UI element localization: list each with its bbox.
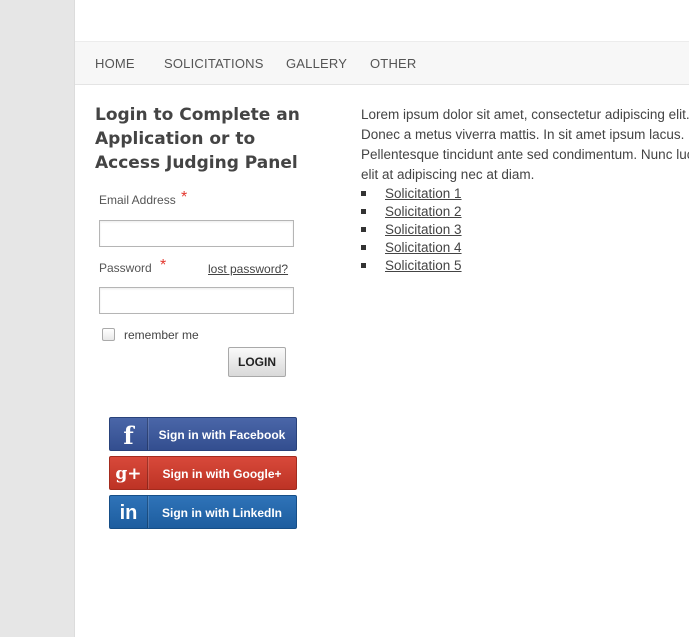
- nav-home[interactable]: HOME: [95, 56, 135, 71]
- lost-password-link[interactable]: lost password?: [208, 262, 288, 276]
- nav-other[interactable]: OTHER: [370, 56, 417, 71]
- linkedin-icon: in: [110, 496, 148, 528]
- page-container: HOME SOLICITATIONS GALLERY OTHER Login t…: [74, 0, 689, 637]
- google-plus-icon: g+: [110, 457, 148, 489]
- nav-gallery[interactable]: GALLERY: [286, 56, 347, 71]
- linkedin-signin-button[interactable]: in Sign in with LinkedIn: [109, 495, 297, 529]
- email-input[interactable]: [99, 220, 294, 247]
- linkedin-signin-label: Sign in with LinkedIn: [162, 506, 282, 520]
- google-signin-label: Sign in with Google+: [162, 467, 282, 481]
- solicitation-link-4[interactable]: Solicitation 4: [385, 240, 462, 255]
- bullet-icon: [361, 191, 366, 196]
- solicitation-list: Solicitation 1 Solicitation 2 Solicitati…: [361, 185, 462, 275]
- password-required-mark: *: [160, 257, 167, 274]
- password-label: Password: [99, 261, 152, 275]
- list-item: Solicitation 3: [361, 221, 462, 239]
- email-required-mark: *: [181, 189, 188, 206]
- facebook-signin-button[interactable]: f Sign in with Facebook: [109, 417, 297, 451]
- list-item: Solicitation 2: [361, 203, 462, 221]
- solicitation-link-2[interactable]: Solicitation 2: [385, 204, 462, 219]
- solicitation-link-5[interactable]: Solicitation 5: [385, 258, 462, 273]
- list-item: Solicitation 4: [361, 239, 462, 257]
- remember-me-checkbox[interactable]: [102, 328, 115, 341]
- bullet-icon: [361, 263, 366, 268]
- solicitation-link-1[interactable]: Solicitation 1: [385, 186, 462, 201]
- bullet-icon: [361, 227, 366, 232]
- google-signin-button[interactable]: g+ Sign in with Google+: [109, 456, 297, 490]
- nav-solicitations[interactable]: SOLICITATIONS: [164, 56, 264, 71]
- solicitation-link-3[interactable]: Solicitation 3: [385, 222, 462, 237]
- facebook-icon: f: [110, 418, 148, 450]
- remember-me-label: remember me: [124, 328, 199, 342]
- login-title: Login to Complete an Application or to A…: [95, 105, 300, 173]
- facebook-signin-label: Sign in with Facebook: [158, 428, 286, 442]
- login-button[interactable]: LOGIN: [228, 347, 286, 377]
- password-input[interactable]: [99, 287, 294, 314]
- list-item: Solicitation 1: [361, 185, 462, 203]
- list-item: Solicitation 5: [361, 257, 462, 275]
- intro-paragraph: Lorem ipsum dolor sit amet, consectetur …: [361, 107, 689, 182]
- main-nav: HOME SOLICITATIONS GALLERY OTHER: [75, 41, 689, 85]
- bullet-icon: [361, 245, 366, 250]
- email-label: Email Address: [99, 193, 176, 207]
- bullet-icon: [361, 209, 366, 214]
